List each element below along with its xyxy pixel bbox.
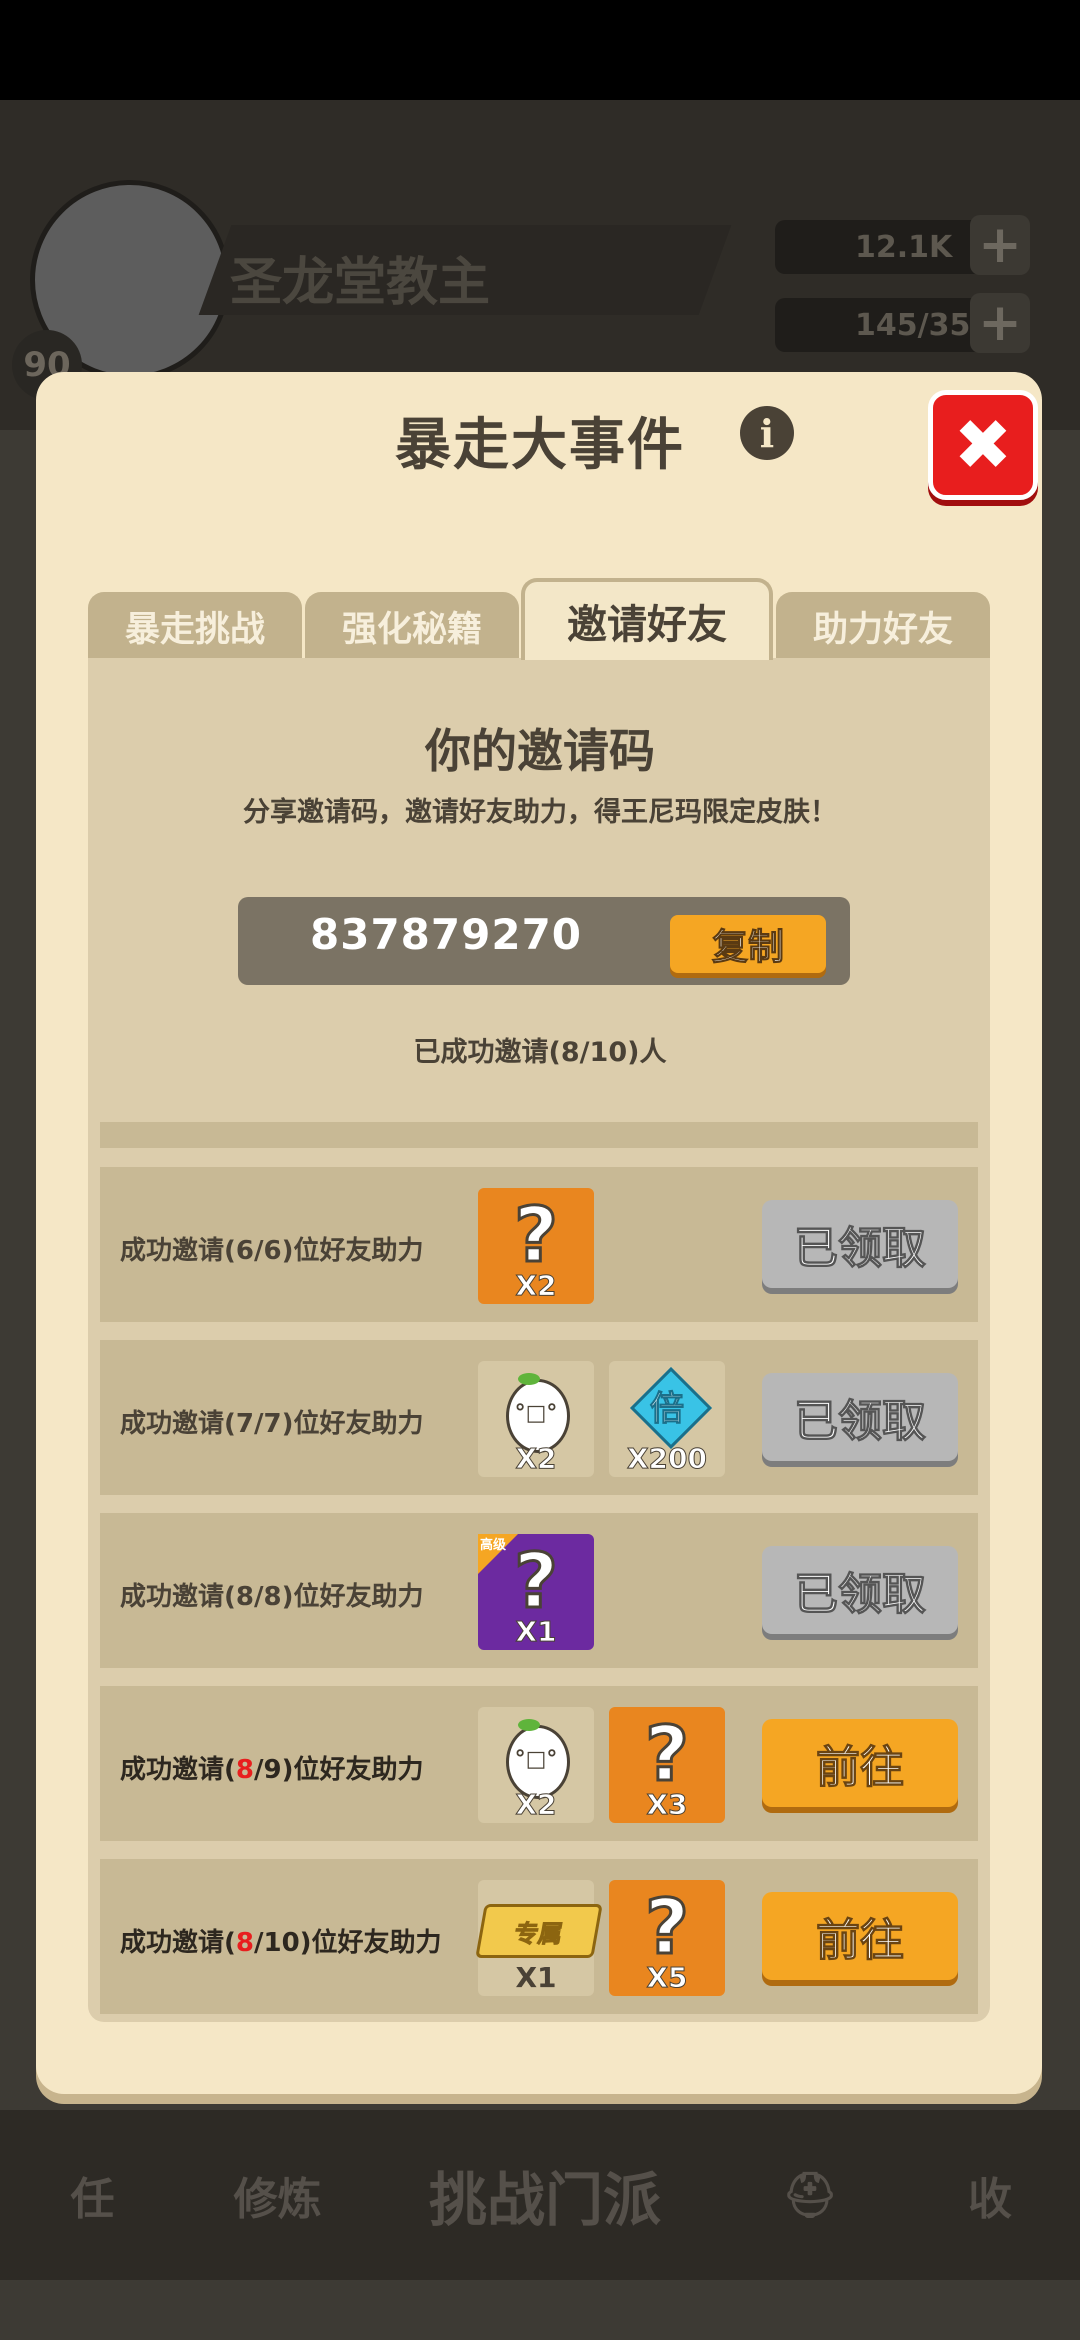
claimed-button[interactable]: 已领取 — [762, 1546, 958, 1634]
add-coins-icon[interactable]: + — [970, 215, 1030, 275]
go-button[interactable]: 前往 — [762, 1892, 958, 1980]
add-energy-icon[interactable]: + — [970, 293, 1030, 353]
reward-qty: X1 — [515, 1961, 557, 1994]
energy-counter: 145/35 — [775, 298, 995, 352]
mystery-outfit-icon[interactable]: ? X5 — [609, 1880, 725, 1996]
nav-challenge[interactable]: 挑战门派 — [370, 2115, 720, 2275]
mystery-outfit-icon[interactable]: ? X2 — [478, 1188, 594, 1304]
reward-qty: X2 — [515, 1442, 557, 1476]
close-button[interactable]: ✖ — [928, 390, 1038, 500]
mystery-outfit-icon[interactable]: ? X3 — [609, 1707, 725, 1823]
dialog-title: 暴走大事件 — [395, 413, 685, 478]
reward-qty: X3 — [646, 1788, 688, 1822]
tab-upgrade-secrets[interactable]: 强化秘籍 — [305, 592, 519, 660]
mystery-purple-icon[interactable]: 高级 ? X1 — [478, 1534, 594, 1650]
nav-helmet-icon[interactable]: ⛑ — [720, 2115, 900, 2275]
tab-invite-friends[interactable]: 邀请好友 — [521, 578, 773, 660]
reward-row-text: 成功邀请(7/7)位好友助力 — [120, 1409, 424, 1439]
coin-counter: 12.1K — [775, 220, 995, 274]
reward-row-text: 成功邀请(8/8)位好友助力 — [120, 1582, 424, 1612]
info-icon[interactable]: i — [740, 406, 794, 460]
egg-face-icon[interactable]: °□° X2 — [478, 1707, 594, 1823]
invite-code-value: 837879270 — [310, 910, 583, 959]
invite-subtitle: 分享邀请码，邀请好友助力，得王尼玛限定皮肤！ — [243, 797, 837, 828]
multiplier-diamond-icon[interactable]: 倍 X200 — [609, 1361, 725, 1477]
reward-qty: X5 — [646, 1961, 688, 1995]
nav-collect[interactable]: 收 — [900, 2115, 1080, 2275]
invite-count: 已成功邀请(8/10)人 — [413, 1037, 667, 1068]
nav-train[interactable]: 修炼 — [185, 2115, 370, 2275]
go-button[interactable]: 前往 — [762, 1719, 958, 1807]
status-bar — [0, 0, 1080, 100]
tab-help-friends[interactable]: 助力好友 — [776, 592, 990, 660]
claimed-button[interactable]: 已领取 — [762, 1373, 958, 1461]
exclusive-tag-icon[interactable]: 专属 X1 — [475, 1880, 603, 1996]
reward-qty: X2 — [515, 1269, 557, 1303]
tab-rampage-challenge[interactable]: 暴走挑战 — [88, 592, 302, 660]
reward-row-text: 成功邀请(8/9)位好友助力 — [120, 1755, 424, 1785]
reward-qty: X200 — [626, 1442, 708, 1476]
reward-list-scroll-edge[interactable] — [100, 1122, 978, 1148]
copy-button[interactable]: 复制 — [670, 915, 826, 973]
reward-qty: X2 — [515, 1788, 557, 1822]
player-name: 圣龙堂教主 — [230, 253, 491, 313]
reward-qty: X1 — [515, 1615, 557, 1649]
claimed-button[interactable]: 已领取 — [762, 1200, 958, 1288]
invite-code-title: 你的邀请码 — [425, 724, 655, 778]
reward-row-text: 成功邀请(6/6)位好友助力 — [120, 1236, 424, 1266]
egg-face-icon[interactable]: °□° X2 — [478, 1361, 594, 1477]
nav-task[interactable]: 任 — [0, 2115, 185, 2275]
reward-row-text: 成功邀请(8/10)位好友助力 — [120, 1928, 442, 1958]
